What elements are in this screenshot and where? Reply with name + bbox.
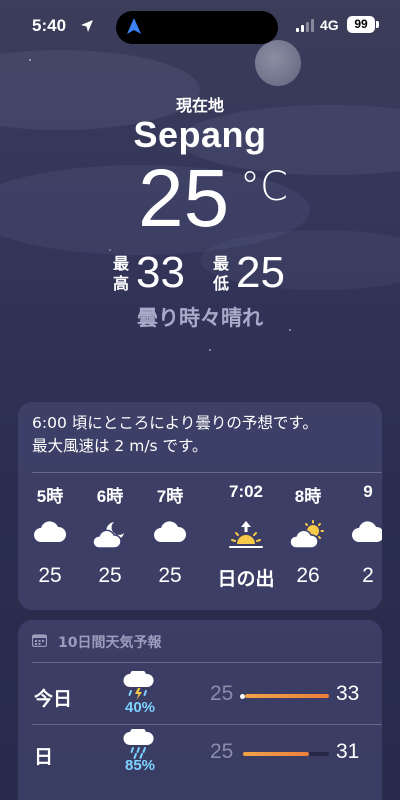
precip-chance: 40% xyxy=(124,699,156,716)
hourly-item: 92 xyxy=(336,482,382,588)
network-type: 4G xyxy=(320,17,339,33)
ten-day-header: 10日間天気予報 xyxy=(58,635,162,651)
day-high: 31 xyxy=(336,740,360,763)
hourly-temp: 25 xyxy=(98,564,122,587)
divider xyxy=(32,724,382,725)
cloud-icon xyxy=(138,520,202,560)
hourly-item: 6時 25 xyxy=(78,482,142,588)
hourly-time: 7時 xyxy=(156,487,184,506)
high-temp: 33 xyxy=(136,248,185,297)
hourly-time: 6時 xyxy=(96,487,124,506)
navigation-arrow-icon xyxy=(127,18,141,34)
ten-day-forecast-card[interactable]: 10日間天気予報 今日 40% 25 33 日 85% 25 31 xyxy=(18,620,382,800)
cloud-sun-icon xyxy=(276,520,340,560)
high-label: 最高 xyxy=(112,254,129,293)
low-label: 最低 xyxy=(212,254,229,293)
day-high: 33 xyxy=(336,682,360,705)
current-temperature: 25 xyxy=(138,153,230,244)
location-label: 現在地 xyxy=(175,96,224,115)
status-time: 5:40 xyxy=(32,16,67,35)
day-low: 25 xyxy=(210,682,234,705)
hourly-item: 5時 25 xyxy=(18,482,82,588)
temp-range-bar xyxy=(239,693,329,699)
temperature-unit: °C xyxy=(240,164,288,210)
hourly-item: 7時 25 xyxy=(138,482,202,588)
location-arrow-icon xyxy=(81,20,93,32)
daily-row[interactable]: 日 85% 25 31 xyxy=(18,726,382,784)
temp-range-bar xyxy=(243,752,329,756)
day-name: 日 xyxy=(34,746,54,768)
temp-range-fill xyxy=(244,694,329,698)
forecast-summary: 6:00 頃にところにより曇りの予想です。 最大風速は 2 m/s です。 xyxy=(32,414,318,455)
daily-row[interactable]: 今日 40% 25 33 xyxy=(18,668,382,726)
precip-chance: 85% xyxy=(124,757,156,774)
high-low: 最高 33 最低 25 xyxy=(0,250,400,300)
divider xyxy=(32,662,382,663)
hourly-temp: 25 xyxy=(158,564,182,587)
hourly-time: 5時 xyxy=(36,487,64,506)
low-temp: 25 xyxy=(236,248,285,297)
hourly-temp: 25 xyxy=(38,564,62,587)
day-name: 今日 xyxy=(34,688,73,710)
cloud-icon xyxy=(18,520,82,560)
hourly-temp: 2 xyxy=(362,564,374,587)
battery-indicator: 99 xyxy=(347,16,375,33)
day-low: 25 xyxy=(210,740,234,763)
signal-icon xyxy=(296,19,314,32)
current-temp-dot xyxy=(239,693,245,699)
thunderstorm-icon xyxy=(122,668,158,701)
calendar-icon xyxy=(32,634,47,647)
hourly-time: 9 xyxy=(363,482,373,501)
divider xyxy=(32,472,382,473)
hourly-time: 8時 xyxy=(294,487,322,506)
hourly-item: 8時 26 xyxy=(276,482,340,588)
status-bar: 5:40 4G 99 xyxy=(0,0,400,54)
rain-icon xyxy=(122,726,158,759)
hourly-forecast-card[interactable]: 6:00 頃にところにより曇りの予想です。 最大風速は 2 m/s です。 5時 2… xyxy=(18,402,382,610)
battery-cap xyxy=(376,21,379,28)
condition-text: 曇り時々晴れ xyxy=(137,306,263,330)
city-name: Sepang xyxy=(133,114,267,155)
temp-range-fill xyxy=(243,752,310,756)
cloud-icon xyxy=(336,520,382,560)
cloud-moon-icon xyxy=(78,520,142,560)
hourly-temp: 26 xyxy=(296,564,320,587)
